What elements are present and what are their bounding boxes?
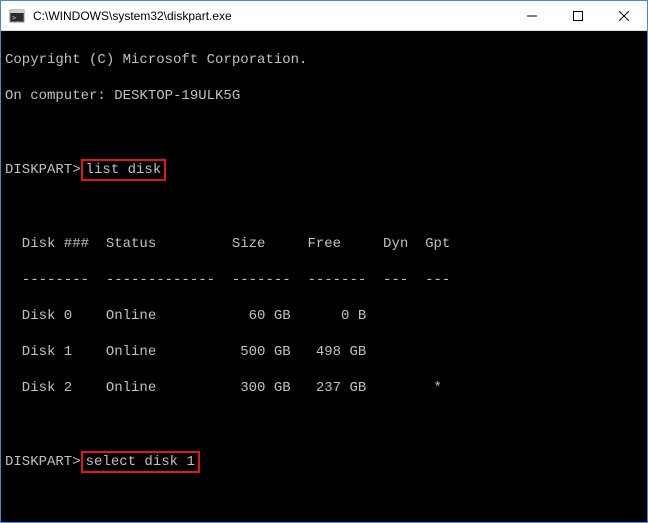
disk-table-header: Disk ### Status Size Free Dyn Gpt (5, 235, 643, 253)
prompt-label: DISKPART> (5, 161, 81, 179)
computer-line: On computer: DESKTOP-19ULK5G (5, 87, 643, 105)
cmd-list-disk: list disk (81, 159, 167, 181)
terminal-output[interactable]: Copyright (C) Microsoft Corporation. On … (1, 31, 647, 522)
console-window: >_ C:\WINDOWS\system32\diskpart.exe Copy… (0, 0, 648, 523)
disk-table-divider: -------- ------------- ------- ------- -… (5, 271, 643, 289)
app-icon: >_ (9, 8, 25, 24)
maximize-button[interactable] (555, 1, 601, 30)
cmd-select-disk: select disk 1 (81, 451, 200, 473)
prompt-list-disk: DISKPART> list disk (5, 159, 643, 181)
prompt-select-disk: DISKPART> select disk 1 (5, 451, 643, 473)
prompt-label: DISKPART> (5, 453, 81, 471)
table-row: Disk 0 Online 60 GB 0 B (5, 307, 643, 325)
window-title: C:\WINDOWS\system32\diskpart.exe (33, 9, 509, 23)
minimize-button[interactable] (509, 1, 555, 30)
close-button[interactable] (601, 1, 647, 30)
svg-text:>_: >_ (12, 14, 21, 22)
copyright-line: Copyright (C) Microsoft Corporation. (5, 51, 643, 69)
table-row: Disk 1 Online 500 GB 498 GB (5, 343, 643, 361)
titlebar[interactable]: >_ C:\WINDOWS\system32\diskpart.exe (1, 1, 647, 31)
window-controls (509, 1, 647, 30)
table-row: Disk 2 Online 300 GB 237 GB * (5, 379, 643, 397)
